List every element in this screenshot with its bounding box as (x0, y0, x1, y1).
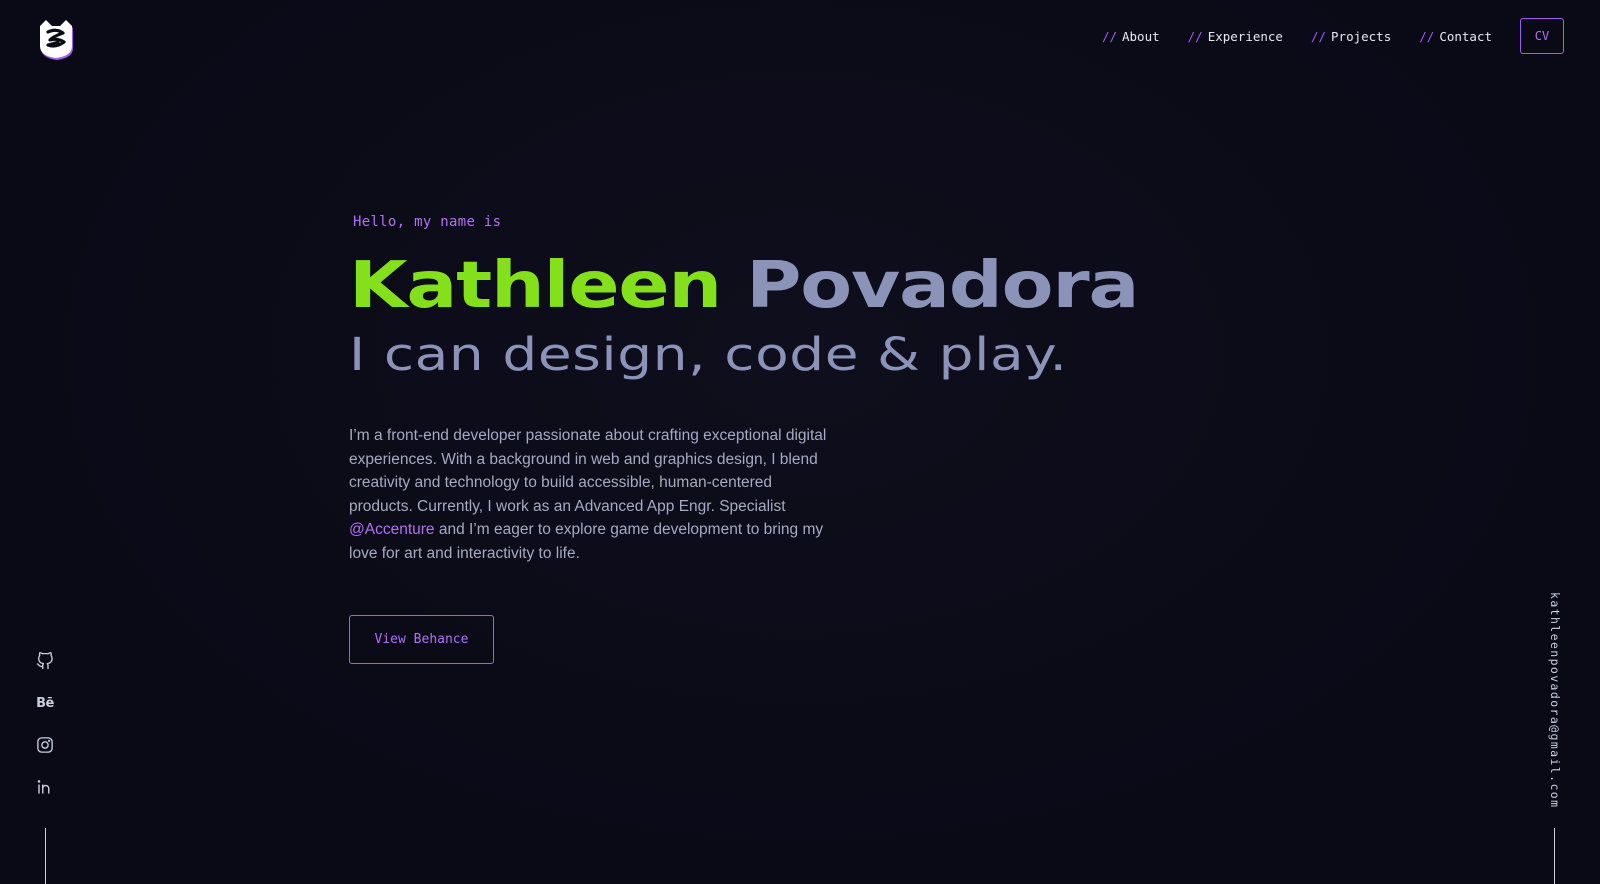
main-nav: // About // Experience // Projects // Co… (1074, 18, 1564, 54)
nav-label: About (1122, 28, 1160, 44)
behance-link[interactable]: Bē (34, 692, 56, 714)
nav-slash: // (1187, 28, 1203, 44)
hero-name: Kathleen Povadora (349, 254, 1411, 318)
first-name: Kathleen (349, 249, 722, 323)
nav-label: Experience (1207, 28, 1283, 44)
cv-button[interactable]: CV (1520, 18, 1564, 54)
nav-about[interactable]: // About (1102, 29, 1160, 44)
linkedin-link[interactable] (34, 776, 56, 798)
nav-experience[interactable]: // Experience (1188, 29, 1283, 44)
left-vertical-line (45, 828, 46, 884)
bio-paragraph: I’m a front-end developer passionate abo… (349, 424, 839, 565)
nav-label: Contact (1439, 28, 1492, 44)
nav-contact[interactable]: // Contact (1419, 29, 1492, 44)
tagline: I can design, code & play. (349, 328, 1068, 381)
email-link[interactable]: kathleenpovadora@gmail.com (1548, 592, 1562, 808)
behance-icon: Bē (36, 695, 54, 711)
linkedin-icon (37, 780, 50, 794)
accenture-link[interactable]: @Accenture (349, 521, 435, 538)
github-icon (36, 652, 53, 670)
bio-text: I’m a front-end developer passionate abo… (349, 427, 827, 515)
nav-slash: // (1310, 28, 1327, 44)
nav-slash: // (1419, 28, 1435, 44)
last-name: Povadora (746, 249, 1139, 323)
greeting-text: Hello, my name is (353, 214, 502, 230)
hero-section: Hello, my name is Kathleen Povadora I ca… (349, 214, 1249, 664)
social-links: Bē (34, 650, 56, 818)
github-link[interactable] (34, 650, 56, 672)
instagram-icon (37, 737, 53, 753)
right-vertical-line (1554, 828, 1555, 884)
nav-label: Projects (1331, 28, 1392, 44)
instagram-link[interactable] (34, 734, 56, 756)
logo-icon[interactable] (36, 18, 76, 60)
view-behance-button[interactable]: View Behance (349, 615, 494, 664)
nav-slash: // (1101, 28, 1117, 44)
page: // About // Experience // Projects // Co… (0, 0, 1600, 884)
nav-projects[interactable]: // Projects (1311, 29, 1391, 44)
